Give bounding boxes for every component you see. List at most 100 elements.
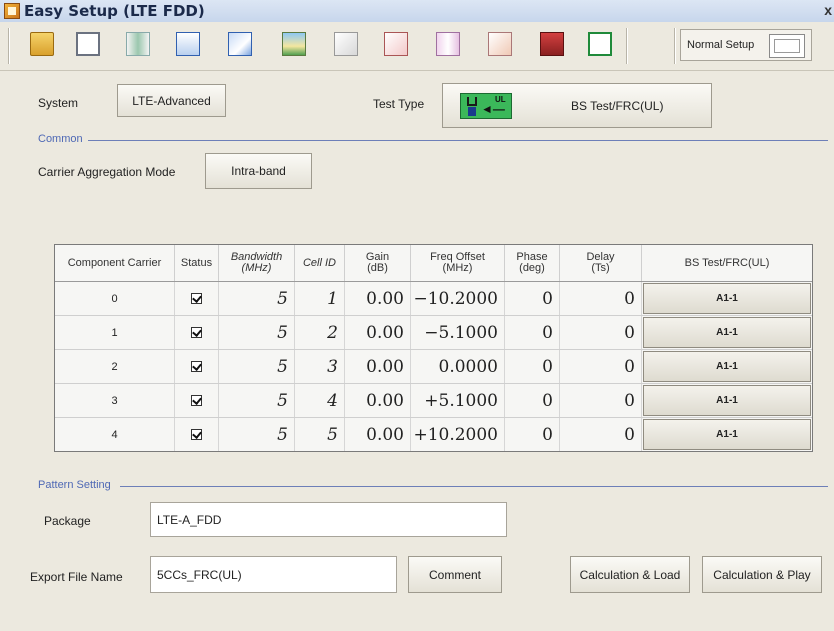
cell-cell-id[interactable]: 3 <box>295 350 345 383</box>
waveform-icon[interactable] <box>122 28 154 60</box>
cell-phase[interactable]: 0 <box>505 350 560 383</box>
cell-delay[interactable]: 0 <box>560 282 642 315</box>
export-file-name-field[interactable]: 5CCs_FRC(UL) <box>150 556 397 593</box>
system-button[interactable]: LTE-Advanced <box>117 84 226 117</box>
header-freq-offset: Freq Offset (MHz) <box>411 245 505 281</box>
close-icon[interactable]: x <box>824 2 832 18</box>
constellation-icon[interactable] <box>484 28 516 60</box>
cell-cell-id[interactable]: 1 <box>295 282 345 315</box>
cell-freq-offset[interactable]: −10.2000 <box>411 282 505 315</box>
cell-component-carrier: 3 <box>55 384 175 417</box>
toolbar-separator <box>674 28 676 64</box>
cell-status[interactable] <box>175 282 219 315</box>
cell-phase[interactable]: 0 <box>505 418 560 451</box>
cell-gain[interactable]: 0.00 <box>345 282 411 315</box>
cell-gain[interactable]: 0.00 <box>345 418 411 451</box>
calculation-play-button[interactable]: Calculation & Play <box>702 556 822 593</box>
cell-component-carrier: 1 <box>55 316 175 349</box>
cell-freq-offset[interactable]: 0.0000 <box>411 350 505 383</box>
package-field[interactable]: LTE-A_FDD <box>150 502 507 537</box>
toolbar-separator <box>8 28 10 64</box>
cell-gain[interactable]: 0.00 <box>345 316 411 349</box>
export-icon[interactable] <box>172 28 204 60</box>
landscape-icon[interactable] <box>278 28 310 60</box>
exit-icon[interactable] <box>584 28 616 60</box>
table-body: 0 5 1 0.00 −10.2000 0 0 A1-1 1 5 2 0.00 … <box>55 282 812 451</box>
cell-bandwidth[interactable]: 5 <box>219 282 295 315</box>
cell-component-carrier: 0 <box>55 282 175 315</box>
cell-freq-offset[interactable]: +5.1000 <box>411 384 505 417</box>
cell-status[interactable] <box>175 350 219 383</box>
cell-delay[interactable]: 0 <box>560 384 642 417</box>
common-section-divider <box>88 140 828 141</box>
normal-setup-label: Normal Setup <box>687 39 755 51</box>
status-checkbox[interactable] <box>191 293 202 304</box>
package-label: Package <box>44 514 91 528</box>
cell-cell-id[interactable]: 4 <box>295 384 345 417</box>
pattern-section-title: Pattern Setting <box>38 479 113 491</box>
cell-gain[interactable]: 0.00 <box>345 350 411 383</box>
cell-cell-id[interactable]: 5 <box>295 418 345 451</box>
save-icon[interactable] <box>72 28 104 60</box>
status-checkbox[interactable] <box>191 395 202 406</box>
test-type-value: BS Test/FRC(UL) <box>571 99 664 113</box>
toolbar-separator <box>626 28 628 64</box>
table-row: 0 5 1 0.00 −10.2000 0 0 A1-1 <box>55 282 812 316</box>
status-checkbox[interactable] <box>191 361 202 372</box>
normal-setup-thumbnail-icon <box>769 34 805 58</box>
cell-phase[interactable]: 0 <box>505 282 560 315</box>
cell-bandwidth[interactable]: 5 <box>219 384 295 417</box>
cell-delay[interactable]: 0 <box>560 316 642 349</box>
cell-phase[interactable]: 0 <box>505 316 560 349</box>
cell-cell-id[interactable]: 2 <box>295 316 345 349</box>
ca-mode-button[interactable]: Intra-band <box>205 153 312 189</box>
cell-bandwidth[interactable]: 5 <box>219 418 295 451</box>
frc-button[interactable]: A1-1 <box>643 385 811 416</box>
load-play-icon[interactable] <box>224 28 256 60</box>
comment-button[interactable]: Comment <box>408 556 502 593</box>
ccdf-icon[interactable] <box>330 28 362 60</box>
header-bs-test: BS Test/FRC(UL) <box>684 256 770 269</box>
cell-gain[interactable]: 0.00 <box>345 384 411 417</box>
test-type-button[interactable]: ◄— UL BS Test/FRC(UL) <box>442 83 712 128</box>
header-component-carrier: Component Carrier <box>55 245 175 281</box>
app-icon <box>4 3 20 19</box>
fft-icon[interactable] <box>380 28 412 60</box>
cell-phase[interactable]: 0 <box>505 384 560 417</box>
calculation-load-button[interactable]: Calculation & Load <box>570 556 690 593</box>
header-gain: Gain (dB) <box>345 245 411 281</box>
open-folder-icon[interactable] <box>26 28 58 60</box>
pattern-section-divider <box>120 486 828 487</box>
header-phase: Phase (deg) <box>505 245 560 281</box>
system-label: System <box>38 96 79 110</box>
frc-button[interactable]: A1-1 <box>643 419 811 450</box>
bs-uplink-icon: ◄— UL <box>460 93 512 119</box>
frc-button[interactable]: A1-1 <box>643 283 811 314</box>
cell-freq-offset[interactable]: −5.1000 <box>411 316 505 349</box>
table-row: 3 5 4 0.00 +5.1000 0 0 A1-1 <box>55 384 812 418</box>
cell-bandwidth[interactable]: 5 <box>219 350 295 383</box>
calculator-icon[interactable] <box>536 28 568 60</box>
status-checkbox[interactable] <box>191 429 202 440</box>
cell-status[interactable] <box>175 418 219 451</box>
export-file-name-label: Export File Name <box>30 570 123 584</box>
time-domain-icon[interactable] <box>432 28 464 60</box>
ca-mode-label: Carrier Aggregation Mode <box>38 165 176 179</box>
table-row: 1 5 2 0.00 −5.1000 0 0 A1-1 <box>55 316 812 350</box>
component-carrier-table: Component Carrier Status Bandwidth (MHz) … <box>54 244 813 452</box>
cell-bandwidth[interactable]: 5 <box>219 316 295 349</box>
cell-freq-offset[interactable]: +10.2000 <box>411 418 505 451</box>
normal-setup-button[interactable]: Normal Setup <box>680 29 812 61</box>
cell-delay[interactable]: 0 <box>560 418 642 451</box>
status-checkbox[interactable] <box>191 327 202 338</box>
test-type-label: Test Type <box>373 97 425 111</box>
cell-delay[interactable]: 0 <box>560 350 642 383</box>
frc-button[interactable]: A1-1 <box>643 317 811 348</box>
header-status: Status <box>175 245 219 281</box>
common-section-title: Common <box>38 133 85 145</box>
cell-component-carrier: 2 <box>55 350 175 383</box>
cell-status[interactable] <box>175 316 219 349</box>
frc-button[interactable]: A1-1 <box>643 351 811 382</box>
cell-status[interactable] <box>175 384 219 417</box>
title-bar: Easy Setup (LTE FDD) x <box>0 0 834 23</box>
